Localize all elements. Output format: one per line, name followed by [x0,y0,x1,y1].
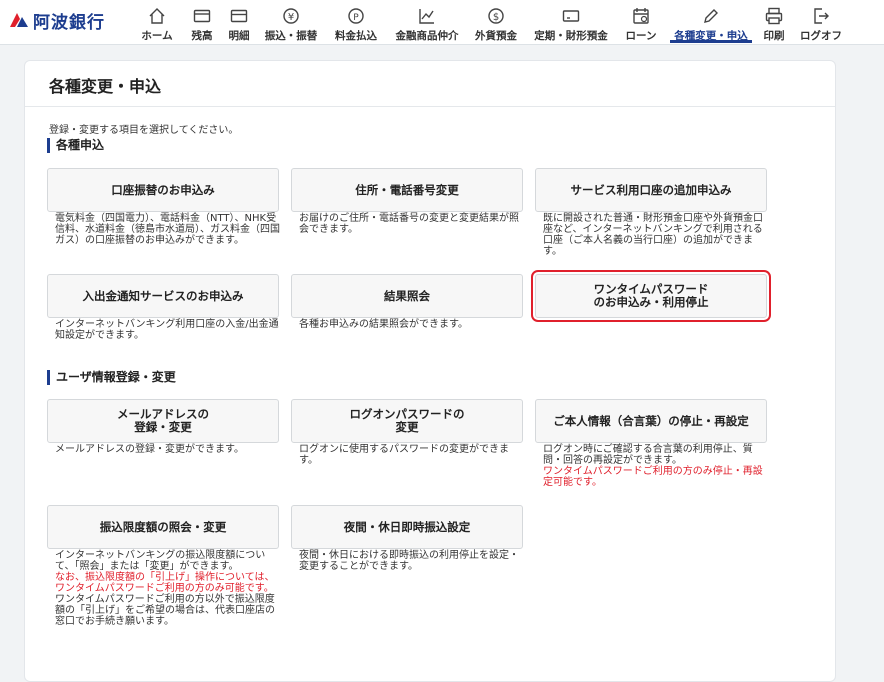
bank-logo-text: 阿波銀行 [33,12,105,33]
card-address-phone-change[interactable]: 住所・電話番号変更 [291,168,523,212]
card-service-account-add[interactable]: サービス利用口座の追加申込み [535,168,767,212]
loan-icon [633,8,649,24]
card-logon-password-change[interactable]: ログオンパスワードの 変更 [291,399,523,443]
card-description: メールアドレスの登録・変更ができます。 [55,444,244,455]
nav-label: 外貨預金 [475,30,517,42]
nav-time-deposit[interactable]: 定期・財形預金 [530,0,612,44]
nav-balance[interactable]: 残高 [185,0,219,44]
section-heading-applications: 各種申込 [47,138,104,153]
chart-icon [419,9,434,24]
intro-text: 登録・変更する項目を選択してください。 [49,125,239,136]
card-account-transfer-application[interactable]: 口座振替のお申込み [47,168,279,212]
nav-label: ホーム [141,30,173,42]
nav-foreign-deposit[interactable]: $ 外貨預金 [472,0,520,44]
global-header: 阿波銀行 ホーム 残高 明細 ¥ 振込・振替 P 料金払込 金融商品仲介 $ 外 [0,0,884,45]
svg-text:¥: ¥ [288,12,294,23]
card-description: 各種お申込みの結果照会ができます。 [299,319,468,330]
card-description: ログオンに使用するパスワードの変更ができます。 [299,444,509,466]
warning-text: ワンタイムパスワードご利用の方のみ停止・再設定可能です。 [543,466,763,488]
nav-statement[interactable]: 明細 [225,0,253,44]
card-description: 既に開設された普通・財形預金口座や外貨預金口座など、インターネットバンキングで利… [543,213,763,257]
card-transfer-limit[interactable]: 振込限度額の照会・変更 [47,505,279,549]
card-description: ログオン時にご確認する合言葉の利用停止、質問・回答の再設定ができます。 ワンタイ… [543,444,771,488]
nav-label: ローン [625,30,657,42]
svg-text:$: $ [493,12,499,23]
home-icon [149,8,165,24]
statement-icon [230,9,248,23]
nav-investment[interactable]: 金融商品仲介 [392,0,462,44]
payment-icon: P [348,8,364,24]
nav-print[interactable]: 印刷 [761,0,787,44]
nav-label: 印刷 [763,30,785,42]
card-email-register-change[interactable]: メールアドレスの 登録・変更 [47,399,279,443]
nav-label: 明細 [228,30,250,42]
card-personal-info-passphrase[interactable]: ご本人情報（合言葉）の停止・再設定 [535,399,767,443]
nav-changes-applications[interactable]: 各種変更・申込 [670,0,752,44]
card-one-time-password[interactable]: ワンタイムパスワード のお申込み・利用停止 [531,270,771,322]
card-night-holiday-transfer[interactable]: 夜間・休日即時振込設定 [291,505,523,549]
print-icon [765,7,783,25]
nav-label: 料金払込 [335,30,377,42]
title-divider [25,106,835,107]
card-description: 電気料金（四国電力）、電話料金（NTT）、NHK受信料、水道料金（徳島市水道局）… [55,213,280,246]
nav-label: 振込・振替 [264,30,318,42]
transfer-icon: ¥ [283,8,299,24]
deposit-icon [562,10,580,22]
main-panel: 各種変更・申込 登録・変更する項目を選択してください。 各種申込 口座振替のお申… [24,60,836,682]
card-description: お届けのご住所・電話番号の変更と変更結果が照会できます。 [299,213,519,235]
bank-logo-mark-icon [8,9,30,31]
nav-label: 残高 [191,30,213,42]
nav-logoff[interactable]: ログオフ [797,0,845,44]
card-deposit-notification-application[interactable]: 入出金通知サービスのお申込み [47,274,279,318]
wallet-icon [193,9,211,23]
nav-label: 金融商品仲介 [395,30,459,42]
pen-icon [704,9,718,23]
dollar-icon: $ [488,8,504,24]
section-heading-user-info: ユーザ情報登録・変更 [47,370,176,385]
nav-payment[interactable]: P 料金払込 [331,0,381,44]
card-result-inquiry[interactable]: 結果照会 [291,274,523,318]
nav-label: 定期・財形預金 [534,30,608,42]
bank-logo[interactable]: 阿波銀行 [8,9,105,33]
nav-transfer[interactable]: ¥ 振込・振替 [261,0,321,44]
card-description: インターネットバンキング利用口座の入金/出金通知設定ができます。 [55,319,279,341]
nav-label: ログオフ [800,30,842,42]
logoff-icon [814,8,829,24]
nav-loan[interactable]: ローン [621,0,661,44]
svg-text:P: P [353,13,359,23]
nav-label: 各種変更・申込 [674,30,748,42]
card-description: インターネットバンキングの振込限度額について、「照会」または「変更」ができます。… [55,550,283,627]
nav-home[interactable]: ホーム [137,0,177,44]
card-description: 夜間・休日における即時振込の利用停止を設定・変更することができます。 [299,550,519,572]
warning-text: なお、振込限度額の「引上げ」操作については、ワンタイムパスワードご利用の方のみ可… [55,572,275,594]
page-title: 各種変更・申込 [49,77,162,96]
